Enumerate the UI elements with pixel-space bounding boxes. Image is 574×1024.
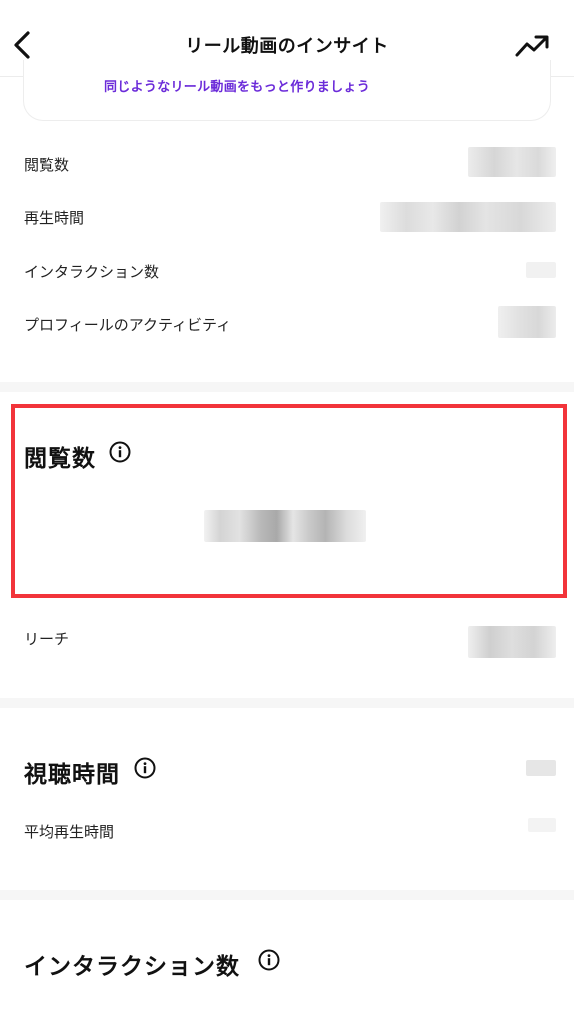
page-title: リール動画のインサイト (185, 36, 389, 57)
watch-time-section-title: 視聴時間 (24, 762, 120, 788)
overview-views-value-redacted (468, 147, 556, 177)
section-divider (0, 890, 574, 900)
overview-playtime-value-redacted (380, 202, 556, 232)
section-divider (0, 382, 574, 392)
avg-playtime-value-redacted (528, 818, 556, 832)
section-divider (0, 698, 574, 708)
insights-trend-button[interactable] (514, 32, 550, 60)
interactions-info-button[interactable] (258, 949, 280, 971)
interactions-section-title: インタラクション数 (24, 954, 240, 980)
info-icon (258, 949, 280, 971)
reach-label: リーチ (24, 630, 70, 648)
overview-profile-activity-label: プロフィールのアクティビティ (24, 316, 232, 334)
overview-interactions-value-redacted (526, 262, 556, 278)
trending-up-icon (515, 35, 549, 57)
info-icon (134, 757, 156, 779)
reach-value-redacted (468, 626, 556, 658)
watch-time-info-button[interactable] (134, 757, 156, 779)
views-highlight-frame (11, 404, 567, 598)
promo-link[interactable]: 同じようなリール動画をもっと作りましょう (104, 76, 370, 95)
overview-interactions-label: インタラクション数 (24, 263, 160, 281)
watch-time-value-redacted (526, 760, 556, 776)
overview-profile-activity-value-redacted (498, 306, 556, 338)
overview-playtime-label: 再生時間 (24, 209, 85, 227)
avg-playtime-label: 平均再生時間 (24, 823, 115, 841)
overview-views-label: 閲覧数 (24, 156, 70, 174)
